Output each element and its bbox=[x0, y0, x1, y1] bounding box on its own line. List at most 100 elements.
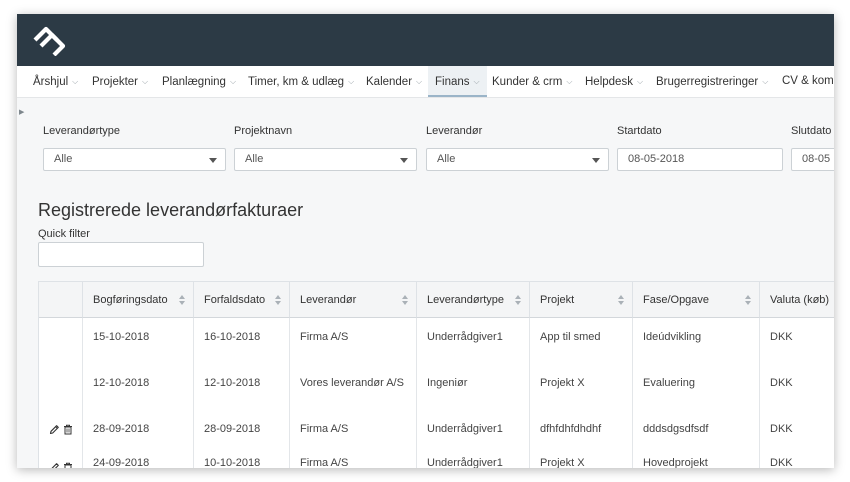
table-cell: DKK bbox=[760, 410, 834, 456]
table-cell: 24-09-2018 bbox=[83, 456, 194, 468]
column-header-label: Leverandørtype bbox=[427, 294, 505, 306]
main-nav: Årshjul ⌵ Projekter ⌵ Planlægning ⌵ Timer, … bbox=[17, 66, 834, 98]
table-cell: 12-10-2018 bbox=[83, 364, 194, 410]
column-header-forfaldsdato[interactable]: Forfaldsdato bbox=[194, 282, 290, 318]
table-cell: DKK bbox=[760, 456, 834, 468]
nav-item-kunder[interactable]: Kunder & crm ⌵ bbox=[492, 66, 572, 97]
column-header-leverandortype[interactable]: Leverandørtype bbox=[417, 282, 530, 318]
table-cell: Evaluering bbox=[633, 364, 760, 410]
quick-filter-label: Quick filter bbox=[38, 228, 90, 240]
chevron-down-icon: ⌵ bbox=[636, 77, 644, 86]
column-header-label: Forfaldsdato bbox=[204, 294, 266, 306]
nav-item-timer[interactable]: Timer, km & udlæg ⌵ bbox=[248, 66, 354, 97]
column-header-bogforingsdato[interactable]: Bogføringsdato bbox=[83, 282, 194, 318]
trash-icon[interactable] bbox=[63, 424, 73, 435]
chevron-down-icon: ⌵ bbox=[142, 77, 149, 86]
project-name-select[interactable]: Alle bbox=[234, 148, 417, 171]
sort-icon[interactable] bbox=[515, 295, 523, 305]
table-cell: 15-10-2018 bbox=[83, 318, 194, 364]
end-date-label: Slutdato bbox=[791, 125, 832, 137]
row-actions bbox=[49, 462, 73, 468]
sort-icon[interactable] bbox=[179, 295, 187, 305]
supplier-select[interactable]: Alle bbox=[426, 148, 609, 171]
table-cell: DKK bbox=[760, 364, 834, 410]
table-cell: Underrådgiver1 bbox=[417, 456, 530, 468]
project-name-label: Projektnavn bbox=[234, 125, 293, 137]
supplier-type-label: Leverandørtype bbox=[43, 125, 121, 137]
column-header-label: Leverandør bbox=[300, 294, 357, 306]
nav-item-arshjul[interactable]: Årshjul ⌵ bbox=[33, 66, 78, 97]
start-date-value: 08-05-2018 bbox=[628, 153, 685, 165]
nav-item-projekter[interactable]: Projekter ⌵ bbox=[92, 66, 148, 97]
pencil-icon[interactable] bbox=[49, 462, 60, 468]
column-header-leverandor[interactable]: Leverandør bbox=[290, 282, 417, 318]
caret-down-icon bbox=[592, 158, 600, 163]
page-title: Registrerede leverandørfakturaer bbox=[38, 200, 304, 220]
nav-item-helpdesk[interactable]: Helpdesk ⌵ bbox=[585, 66, 643, 97]
supplier-value: Alle bbox=[437, 153, 456, 165]
actions-column-header bbox=[39, 282, 83, 318]
supplier-type-select[interactable]: Alle bbox=[43, 148, 226, 171]
nav-item-brugerregistreringer[interactable]: Brugerregistreringer ⌵ bbox=[656, 66, 768, 97]
nav-item-label: Timer, km & udlæg bbox=[248, 76, 345, 88]
table-cell: Firma A/S bbox=[290, 410, 417, 456]
nav-item-cv[interactable]: CV & komp bbox=[782, 66, 834, 97]
table-cell: Firma A/S bbox=[290, 456, 417, 468]
project-name-value: Alle bbox=[245, 153, 264, 165]
nav-item-label: Planlægning bbox=[162, 76, 226, 88]
sort-icon[interactable] bbox=[618, 295, 626, 305]
sort-icon[interactable] bbox=[402, 295, 410, 305]
nav-item-planlaegning[interactable]: Planlægning ⌵ bbox=[162, 66, 236, 97]
chevron-down-icon: ⌵ bbox=[229, 77, 237, 86]
nav-item-label: Kunder & crm bbox=[492, 76, 563, 88]
end-date-input[interactable]: 08-05 bbox=[791, 148, 834, 171]
table-cell: Underrådgiver1 bbox=[417, 410, 530, 456]
trash-icon[interactable] bbox=[63, 462, 73, 468]
table-cell: Projekt X bbox=[530, 456, 633, 468]
pencil-icon[interactable] bbox=[49, 424, 60, 435]
supplier-type-value: Alle bbox=[54, 153, 73, 165]
table-row[interactable]: 28-09-2018 28-09-2018 Firma A/S Underråd… bbox=[39, 410, 834, 457]
start-date-input[interactable]: 08-05-2018 bbox=[617, 148, 783, 171]
column-header-label: Bogføringsdato bbox=[93, 294, 168, 306]
chevron-down-icon: ⌵ bbox=[416, 77, 423, 86]
table-cell: Ideúdvikling bbox=[633, 318, 760, 364]
chevron-down-icon: ⌵ bbox=[566, 77, 573, 86]
sort-icon[interactable] bbox=[745, 295, 753, 305]
table-cell: dfhfdhfdhdhf bbox=[530, 410, 633, 456]
sidebar-toggle-icon[interactable]: ▶ bbox=[19, 108, 24, 116]
chevron-down-icon: ⌵ bbox=[473, 77, 480, 86]
row-actions-cell bbox=[39, 364, 83, 410]
table-cell: Hovedprojekt bbox=[633, 456, 760, 468]
caret-down-icon bbox=[209, 158, 217, 163]
row-actions bbox=[49, 424, 73, 456]
sort-icon[interactable] bbox=[275, 295, 283, 305]
column-header-label: Valuta (køb) bbox=[770, 294, 830, 306]
column-header-projekt[interactable]: Projekt bbox=[530, 282, 633, 318]
nav-item-kalender[interactable]: Kalender ⌵ bbox=[366, 66, 422, 97]
logo-icon[interactable] bbox=[31, 24, 67, 56]
table-cell: DKK bbox=[760, 318, 834, 364]
column-header-valuta[interactable]: Valuta (køb) bbox=[760, 282, 834, 318]
column-header-label: Projekt bbox=[540, 294, 575, 306]
row-actions-cell bbox=[39, 410, 83, 456]
nav-item-label: Brugerregistreringer bbox=[656, 76, 759, 88]
nav-item-label: Årshjul bbox=[33, 76, 69, 88]
caret-down-icon bbox=[400, 158, 408, 163]
column-header-fase-opgave[interactable]: Fase/Opgave bbox=[633, 282, 760, 318]
table-cell: Projekt X bbox=[530, 364, 633, 410]
start-date-label: Startdato bbox=[617, 125, 662, 137]
table-cell: 12-10-2018 bbox=[194, 364, 290, 410]
table-row[interactable]: 15-10-2018 16-10-2018 Firma A/S Underråd… bbox=[39, 318, 834, 365]
nav-item-label: Helpdesk bbox=[585, 76, 633, 88]
chevron-down-icon: ⌵ bbox=[762, 77, 769, 86]
table-row[interactable]: 24-09-2018 10-10-2018 Firma A/S Underråd… bbox=[39, 456, 834, 468]
nav-item-finans[interactable]: Finans ⌵ bbox=[428, 66, 487, 97]
quick-filter-input[interactable] bbox=[38, 242, 204, 267]
end-date-value: 08-05 bbox=[802, 153, 831, 165]
table-row[interactable]: 12-10-2018 12-10-2018 Vores leverandør A… bbox=[39, 364, 834, 411]
chevron-down-icon: ⌵ bbox=[72, 77, 79, 86]
table-cell: 28-09-2018 bbox=[194, 410, 290, 456]
table-cell: App til smed bbox=[530, 318, 633, 364]
chevron-down-icon: ⌵ bbox=[348, 77, 355, 86]
